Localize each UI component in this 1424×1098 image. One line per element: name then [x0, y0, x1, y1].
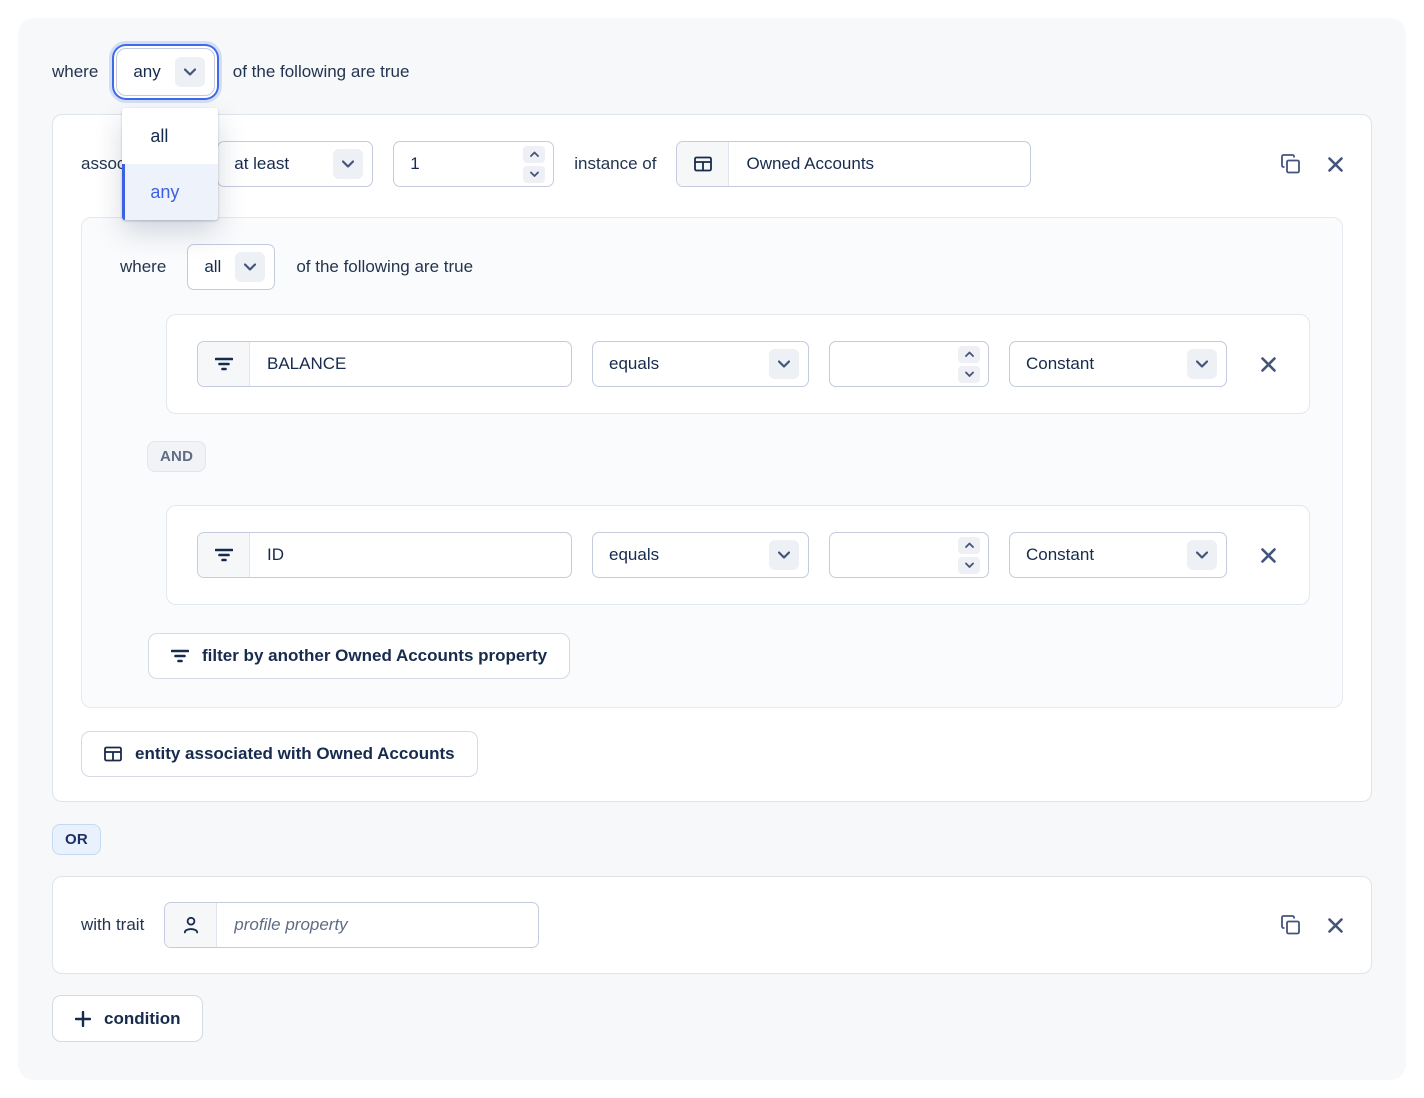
trait-property-input[interactable] [217, 903, 538, 947]
nested-operator-select[interactable]: all [187, 244, 275, 290]
duplicate-icon[interactable] [1281, 915, 1300, 935]
audience-builder: where any all any of the following are t… [0, 0, 1424, 1098]
value-input[interactable] [846, 545, 936, 565]
add-condition-button[interactable]: condition [52, 995, 203, 1042]
association-card-actions [1281, 154, 1343, 174]
value-stepper-buttons [958, 537, 980, 574]
following-true-label: of the following are true [233, 62, 410, 82]
nested-operator-value: all [204, 257, 221, 277]
value-source-select[interactable]: Constant [1009, 341, 1227, 387]
value-source-value: Constant [1026, 354, 1094, 374]
following-true-label: of the following are true [296, 257, 473, 277]
chevron-down-icon [235, 252, 265, 282]
close-icon[interactable] [1328, 157, 1343, 172]
chevron-up-icon[interactable] [958, 537, 980, 554]
property-select[interactable]: ID [197, 532, 572, 578]
add-condition-label: condition [104, 1009, 180, 1029]
chevron-down-icon [175, 57, 205, 87]
duplicate-icon[interactable] [1281, 154, 1300, 174]
property-select[interactable]: BALANCE [197, 341, 572, 387]
association-condition-card: associated with at least instance of [52, 114, 1372, 802]
root-operator-row: where any all any of the following are t… [52, 48, 1372, 96]
entity-name: Owned Accounts [729, 142, 891, 186]
where-label: where [120, 257, 166, 277]
chevron-down-icon [1187, 540, 1217, 570]
table-grid-icon [104, 746, 122, 762]
chevron-up-icon[interactable] [523, 146, 545, 163]
close-icon[interactable] [1261, 357, 1276, 372]
root-operator-value: any [133, 62, 160, 82]
person-outline-icon [165, 903, 217, 947]
add-associated-entity-label: entity associated with Owned Accounts [135, 744, 455, 764]
close-icon[interactable] [1328, 918, 1343, 933]
comparator-select[interactable]: equals [592, 532, 809, 578]
trait-property-field[interactable] [164, 902, 539, 948]
instance-of-label: instance of [574, 154, 656, 174]
add-property-filter-button[interactable]: filter by another Owned Accounts propert… [148, 633, 570, 679]
operator-menu-item-any[interactable]: any [122, 164, 218, 220]
filter-lines-icon [198, 533, 250, 577]
root-operator-dropdown: any all any [116, 48, 214, 96]
quantifier-select[interactable]: at least [217, 141, 373, 187]
entity-select[interactable]: Owned Accounts [676, 141, 1031, 187]
value-source-value: Constant [1026, 545, 1094, 565]
value-source-select[interactable]: Constant [1009, 532, 1227, 578]
filter-row-balance: BALANCE equals [166, 314, 1310, 414]
nested-operator-row: where all of the following are true [120, 244, 1310, 290]
where-label: where [52, 62, 98, 82]
comparator-value: equals [609, 354, 659, 374]
filter-lines-icon [171, 648, 189, 664]
operator-menu-item-all[interactable]: all [122, 108, 218, 164]
trait-card-actions [1281, 915, 1343, 935]
value-stepper [829, 532, 989, 578]
with-trait-label: with trait [81, 915, 144, 935]
filter-row-id: ID equals [166, 505, 1310, 605]
nested-filter-group: where all of the following are true [81, 217, 1343, 708]
chevron-down-icon [333, 149, 363, 179]
value-input[interactable] [846, 354, 936, 374]
trait-condition-card: with trait [52, 876, 1372, 974]
add-property-filter-label: filter by another Owned Accounts propert… [202, 646, 547, 666]
chevron-down-icon[interactable] [523, 166, 545, 183]
chevron-down-icon[interactable] [958, 557, 980, 574]
chevron-down-icon [769, 349, 799, 379]
add-filter-row: filter by another Owned Accounts propert… [148, 633, 1310, 679]
count-stepper-buttons [523, 146, 545, 183]
and-badge-row: AND [147, 441, 1310, 472]
instance-count-stepper [393, 141, 554, 187]
comparator-value: equals [609, 545, 659, 565]
property-name: BALANCE [250, 342, 363, 386]
comparator-select[interactable]: equals [592, 341, 809, 387]
quantifier-value: at least [234, 154, 289, 174]
property-name: ID [250, 533, 301, 577]
value-stepper [829, 341, 989, 387]
chevron-up-icon[interactable] [958, 346, 980, 363]
add-associated-entity-button[interactable]: entity associated with Owned Accounts [81, 731, 478, 777]
and-badge: AND [147, 441, 206, 472]
table-grid-icon [677, 142, 729, 186]
value-stepper-buttons [958, 346, 980, 383]
root-operator-select[interactable]: any [116, 48, 214, 96]
chevron-down-icon[interactable] [958, 366, 980, 383]
or-badge-row: OR [52, 824, 1372, 855]
chevron-down-icon [769, 540, 799, 570]
chevron-down-icon [1187, 349, 1217, 379]
instance-count-input[interactable] [410, 154, 500, 174]
plus-icon [75, 1011, 91, 1027]
or-badge: OR [52, 824, 101, 855]
add-entity-row: entity associated with Owned Accounts [81, 731, 1343, 777]
filter-lines-icon [198, 342, 250, 386]
association-header-row: associated with at least instance of [81, 141, 1343, 187]
add-condition-row: condition [52, 995, 1372, 1042]
condition-builder-panel: where any all any of the following are t… [18, 18, 1406, 1080]
operator-menu: all any [122, 108, 218, 220]
close-icon[interactable] [1261, 548, 1276, 563]
